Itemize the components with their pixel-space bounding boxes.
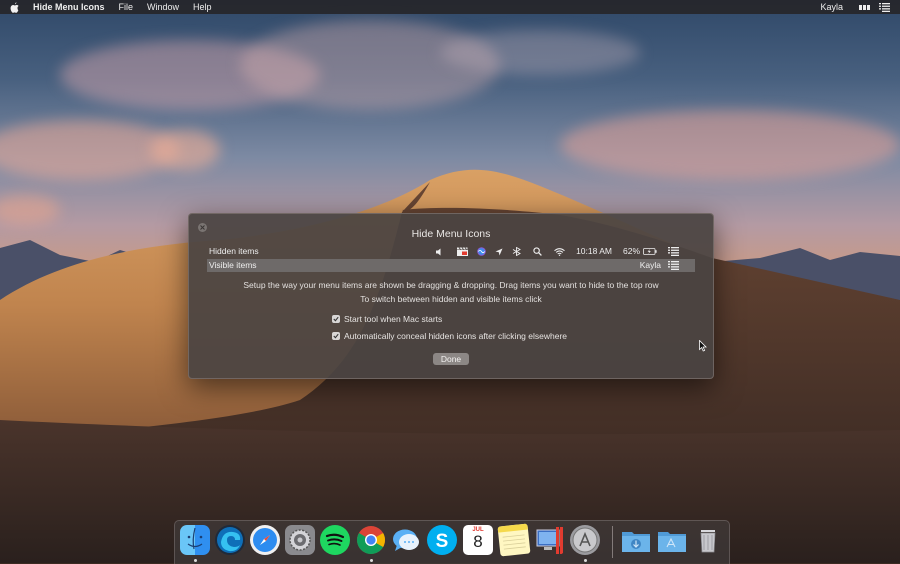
volume-icon[interactable] <box>436 248 445 256</box>
window-title: Hide Menu Icons <box>411 228 491 240</box>
list-menu-icon[interactable] <box>668 247 679 256</box>
auto-conceal-label[interactable]: Automatically conceal hidden icons after… <box>344 331 567 341</box>
menu-app-name[interactable]: Hide Menu Icons <box>33 0 105 14</box>
list-menu-icon[interactable] <box>668 261 679 270</box>
chrome-icon[interactable] <box>356 525 386 555</box>
finder-running-indicator <box>194 559 197 562</box>
notes-icon[interactable] <box>497 523 531 557</box>
hidden-items-label: Hidden items <box>209 246 259 256</box>
dock-separator <box>612 526 613 558</box>
search-icon[interactable] <box>533 247 542 256</box>
instruction-text-1: Setup the way your menu items are shown … <box>243 280 659 290</box>
app-store-icon[interactable] <box>570 525 600 555</box>
wifi-icon[interactable] <box>554 247 565 256</box>
messages-icon[interactable] <box>391 525 421 555</box>
list-menu-icon[interactable] <box>879 2 890 12</box>
visible-items-row[interactable]: Visible items Kayla <box>207 259 695 272</box>
menu-window[interactable]: Window <box>147 0 179 14</box>
skype-icon[interactable]: S <box>427 525 457 555</box>
clock-text[interactable]: 10:18 AM <box>576 245 612 258</box>
dock: S JUL 8 <box>174 520 730 564</box>
menubar-user[interactable]: Kayla <box>820 0 843 14</box>
start-at-login-option[interactable]: Start tool when Mac starts <box>332 314 442 324</box>
calendar-day: 8 <box>473 532 483 551</box>
auto-conceal-option[interactable]: Automatically conceal hidden icons after… <box>332 331 567 341</box>
system-preferences-icon[interactable] <box>285 525 315 555</box>
remote-desktop-icon[interactable] <box>535 525 565 555</box>
app-store-running-indicator <box>584 559 587 562</box>
instruction-text-2: To switch between hidden and visible ite… <box>360 294 542 304</box>
downloads-folder-icon[interactable] <box>621 525 651 555</box>
hidden-items-row[interactable]: Hidden items 10:18 AM 62% <box>207 245 695 258</box>
battery-bars-icon[interactable] <box>859 4 871 10</box>
menu-help[interactable]: Help <box>193 0 212 14</box>
finder-icon[interactable] <box>180 525 210 555</box>
svg-text:S: S <box>436 531 449 552</box>
apple-icon[interactable] <box>10 1 20 13</box>
hide-menu-icons-window: Hide Menu Icons Hidden items 10:18 AM 62… <box>188 213 714 379</box>
battery-percent-text[interactable]: 62% <box>623 245 640 258</box>
spotify-icon[interactable] <box>320 525 350 555</box>
clapperboard-icon[interactable] <box>457 247 469 256</box>
edge-icon[interactable] <box>215 525 245 555</box>
start-at-login-label[interactable]: Start tool when Mac starts <box>344 314 442 324</box>
menu-bar: Hide Menu Icons File Window Help Kayla <box>0 0 900 14</box>
trash-icon[interactable] <box>693 525 723 555</box>
battery-charging-icon[interactable] <box>643 248 657 255</box>
applications-folder-icon[interactable] <box>657 525 687 555</box>
checkmark-icon <box>333 333 339 339</box>
done-button[interactable]: Done <box>433 353 469 365</box>
location-arrow-icon[interactable] <box>495 248 503 256</box>
siri-icon[interactable] <box>477 247 486 256</box>
auto-conceal-checkbox[interactable] <box>332 332 340 340</box>
visible-items-label: Visible items <box>209 260 257 270</box>
checkmark-icon <box>333 316 339 322</box>
menu-file[interactable]: File <box>119 0 134 14</box>
bluetooth-icon[interactable] <box>512 247 521 256</box>
start-at-login-checkbox[interactable] <box>332 315 340 323</box>
visible-user-item[interactable]: Kayla <box>640 259 661 272</box>
chrome-running-indicator <box>370 559 373 562</box>
mouse-cursor-icon <box>699 339 707 357</box>
safari-icon[interactable] <box>250 525 280 555</box>
calendar-icon[interactable]: JUL 8 <box>463 525 493 555</box>
